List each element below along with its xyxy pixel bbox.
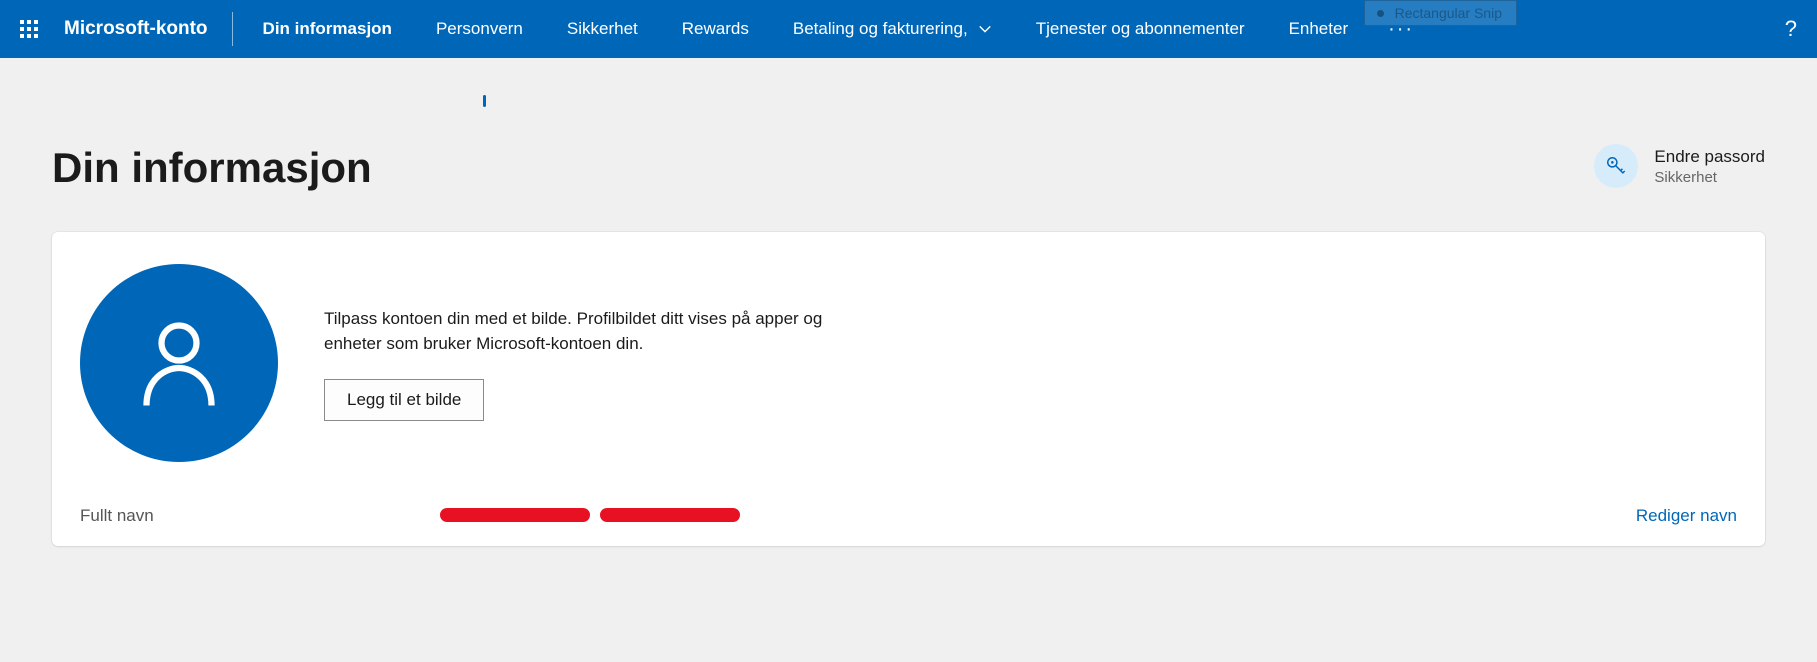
- profile-text: Tilpass kontoen din med et bilde. Profil…: [324, 306, 884, 421]
- page-title: Din informasjon: [52, 144, 372, 192]
- profile-card: Tilpass kontoen din med et bilde. Profil…: [52, 232, 1765, 546]
- profile-description: Tilpass kontoen din med et bilde. Profil…: [324, 306, 884, 357]
- chevron-down-icon: [978, 22, 992, 36]
- top-navbar: Microsoft-konto Din informasjon Personve…: [0, 0, 1817, 58]
- quick-action-text: Endre passord Sikkerhet: [1654, 147, 1765, 186]
- snip-tool-overlay: Rectangular Snip: [1364, 0, 1517, 26]
- caret-indicator: [483, 95, 486, 107]
- app-launcher-button[interactable]: [0, 0, 58, 58]
- redacted-text: [440, 508, 590, 522]
- person-icon: [139, 318, 219, 408]
- full-name-value: [420, 504, 1636, 528]
- nav-item-devices[interactable]: Enheter: [1267, 0, 1371, 58]
- help-icon: ?: [1785, 16, 1797, 42]
- nav-item-rewards[interactable]: Rewards: [660, 0, 771, 58]
- nav-item-your-info[interactable]: Din informasjon: [241, 0, 414, 58]
- nav-item-services-subscriptions[interactable]: Tjenester og abonnementer: [1014, 0, 1267, 58]
- quick-action-subtitle: Sikkerhet: [1654, 169, 1765, 186]
- snip-label: Rectangular Snip: [1395, 5, 1502, 21]
- main-content: Din informasjon Endre passord Sikkerhet: [0, 144, 1817, 546]
- nav-item-privacy[interactable]: Personvern: [414, 0, 545, 58]
- nav-item-payment-billing[interactable]: Betaling og fakturering,: [771, 0, 1014, 58]
- nav-tabs: Din informasjon Personvern Sikkerhet Rew…: [241, 0, 1433, 58]
- nav-item-security[interactable]: Sikkerhet: [545, 0, 660, 58]
- edit-name-link[interactable]: Rediger navn: [1636, 506, 1737, 526]
- full-name-row: Fullt navn Rediger navn: [80, 502, 1737, 528]
- key-icon: [1594, 144, 1638, 188]
- redacted-text: [600, 508, 740, 522]
- quick-action-title: Endre passord: [1654, 147, 1765, 167]
- brand-label[interactable]: Microsoft-konto: [58, 18, 228, 40]
- avatar: [80, 264, 278, 462]
- nav-divider: [232, 12, 233, 46]
- full-name-label: Fullt navn: [80, 506, 420, 526]
- profile-row: Tilpass kontoen din med et bilde. Profil…: [80, 264, 1737, 502]
- quick-action-change-password[interactable]: Endre passord Sikkerhet: [1594, 144, 1765, 188]
- add-photo-button[interactable]: Legg til et bilde: [324, 379, 484, 421]
- page-header: Din informasjon Endre passord Sikkerhet: [52, 144, 1765, 192]
- waffle-icon: [20, 20, 38, 38]
- help-button[interactable]: ?: [1785, 0, 1797, 58]
